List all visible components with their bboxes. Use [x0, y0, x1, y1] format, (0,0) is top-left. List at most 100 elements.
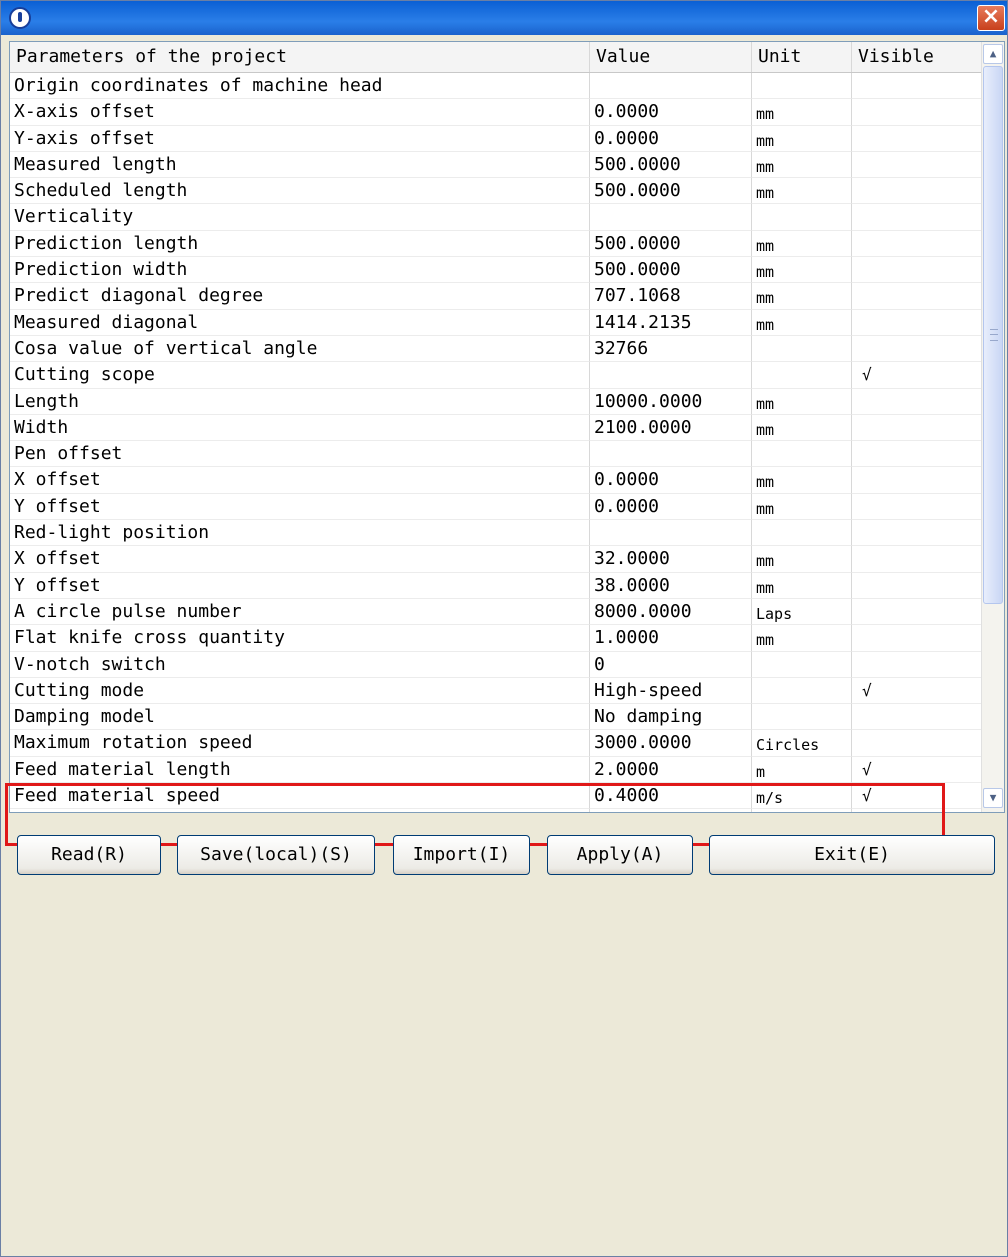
table-row[interactable]: X offset 0.0000 mm: [10, 467, 982, 494]
value-cell[interactable]: 2.0000: [590, 756, 752, 784]
visible-cell[interactable]: [852, 546, 982, 573]
value-cell[interactable]: 707.1068: [590, 283, 752, 310]
visible-cell[interactable]: [852, 730, 982, 757]
value-cell[interactable]: 38.0000: [590, 572, 752, 599]
visible-cell[interactable]: [852, 651, 982, 678]
scroll-up-arrow-icon[interactable]: ▲: [983, 44, 1003, 64]
table-row[interactable]: Flat knife cross quantity 1.0000 mm: [10, 625, 982, 652]
column-header-visible[interactable]: Visible: [852, 42, 982, 72]
value-cell[interactable]: 8000.0000: [590, 598, 752, 626]
visible-cell[interactable]: [852, 335, 982, 363]
table-row[interactable]: Damping model No damping: [10, 704, 982, 731]
save-local-button[interactable]: Save(local)(S): [177, 835, 375, 875]
value-cell[interactable]: [590, 362, 752, 389]
table-row[interactable]: Pen offset: [10, 441, 982, 468]
value-cell[interactable]: 0.0000: [590, 467, 752, 494]
column-header-value[interactable]: Value: [590, 42, 752, 72]
visible-cell[interactable]: √: [852, 756, 982, 784]
table-row[interactable]: Prediction width 500.0000 mm: [10, 257, 982, 284]
value-cell[interactable]: 0.4000: [590, 783, 752, 810]
visible-cell[interactable]: [852, 467, 982, 494]
table-row[interactable]: Y-axis offset 0.0000 mm: [10, 125, 982, 152]
visible-cell[interactable]: [852, 625, 982, 652]
table-row[interactable]: X offset 32.0000 mm: [10, 546, 982, 573]
table-row[interactable]: Y offset 0.0000 mm: [10, 493, 982, 521]
table-row[interactable]: Y offset 38.0000 mm: [10, 572, 982, 599]
value-cell[interactable]: [590, 520, 752, 547]
title-bar[interactable]: ×: [1, 1, 1007, 35]
value-cell[interactable]: [590, 204, 752, 231]
visible-cell[interactable]: [852, 204, 982, 231]
parameters-grid[interactable]: Parameters of the project Value Unit Vis…: [9, 41, 1005, 813]
visible-cell[interactable]: [852, 125, 982, 152]
visible-cell[interactable]: √: [852, 362, 982, 389]
value-cell[interactable]: 3000.0000: [590, 730, 752, 757]
table-row[interactable]: Maximum rotation speed 3000.0000 Circles: [10, 730, 982, 757]
visible-cell[interactable]: [852, 414, 982, 442]
value-cell[interactable]: 1.0000: [590, 625, 752, 652]
column-header-unit[interactable]: Unit: [752, 42, 852, 72]
value-cell[interactable]: 0.0000: [590, 493, 752, 521]
scroll-down-arrow-icon[interactable]: ▼: [983, 788, 1003, 808]
visible-cell[interactable]: [852, 520, 982, 547]
import-button[interactable]: Import(I): [393, 835, 530, 875]
column-header-parameters[interactable]: Parameters of the project: [10, 42, 590, 72]
visible-cell[interactable]: [852, 309, 982, 336]
table-row[interactable]: Measured diagonal 1414.2135 mm: [10, 309, 982, 336]
value-cell[interactable]: 1414.2135: [590, 309, 752, 336]
close-button[interactable]: ×: [977, 5, 1005, 31]
table-row[interactable]: Verticality: [10, 204, 982, 231]
value-cell[interactable]: 10000.0000: [590, 388, 752, 415]
value-cell[interactable]: 0: [590, 651, 752, 678]
value-cell[interactable]: [590, 73, 752, 100]
visible-cell[interactable]: √: [852, 677, 982, 705]
value-cell[interactable]: 32766: [590, 335, 752, 363]
table-row[interactable]: Measured length 500.0000 mm: [10, 151, 982, 179]
value-cell[interactable]: 500.0000: [590, 257, 752, 284]
visible-cell[interactable]: [852, 257, 982, 284]
value-cell[interactable]: 500.0000: [590, 230, 752, 258]
visible-cell[interactable]: [852, 99, 982, 126]
visible-cell[interactable]: [852, 73, 982, 100]
table-row[interactable]: Feed material length 2.0000 m √: [10, 756, 982, 784]
scroll-thumb[interactable]: [983, 66, 1003, 604]
visible-cell[interactable]: [852, 598, 982, 626]
table-row[interactable]: Cosa value of vertical angle 32766: [10, 335, 982, 363]
visible-cell[interactable]: [852, 178, 982, 205]
table-row[interactable]: A circle pulse number 8000.0000 Laps: [10, 598, 982, 626]
table-row[interactable]: X-axis offset 0.0000 mm: [10, 99, 982, 126]
visible-cell[interactable]: [852, 151, 982, 179]
table-row[interactable]: Predict diagonal degree 707.1068 mm: [10, 283, 982, 310]
visible-cell[interactable]: √: [852, 783, 982, 810]
table-row[interactable]: Scheduled length 500.0000 mm: [10, 178, 982, 205]
visible-cell[interactable]: [852, 441, 982, 468]
value-cell[interactable]: 0.0000: [590, 99, 752, 126]
table-row[interactable]: Feed material speed 0.4000 m/s √: [10, 783, 982, 810]
table-row[interactable]: Material press time3.0000s: [10, 809, 982, 812]
value-cell[interactable]: High-speed: [590, 677, 752, 705]
value-cell[interactable]: 3.0000: [590, 809, 752, 812]
value-cell[interactable]: 32.0000: [590, 546, 752, 573]
apply-button[interactable]: Apply(A): [547, 835, 693, 875]
value-cell[interactable]: 0.0000: [590, 125, 752, 152]
table-row[interactable]: Prediction length 500.0000 mm: [10, 230, 982, 258]
visible-cell[interactable]: [852, 572, 982, 599]
exit-button[interactable]: Exit(E): [709, 835, 995, 875]
table-row[interactable]: Origin coordinates of machine head: [10, 73, 982, 100]
value-cell[interactable]: No damping: [590, 704, 752, 731]
value-cell[interactable]: 500.0000: [590, 151, 752, 179]
value-cell[interactable]: [590, 441, 752, 468]
visible-cell[interactable]: [852, 283, 982, 310]
table-row[interactable]: Length 10000.0000 mm: [10, 388, 982, 415]
visible-cell[interactable]: [852, 493, 982, 521]
visible-cell[interactable]: [852, 230, 982, 258]
vertical-scrollbar[interactable]: ▲ ▼: [981, 42, 1004, 812]
visible-cell[interactable]: [852, 388, 982, 415]
visible-cell[interactable]: [852, 704, 982, 731]
table-row[interactable]: Cutting scope √: [10, 362, 982, 389]
table-row[interactable]: V-notch switch 0: [10, 651, 982, 678]
value-cell[interactable]: 500.0000: [590, 178, 752, 205]
table-row[interactable]: Red-light position: [10, 520, 982, 547]
table-row[interactable]: Width 2100.0000 mm: [10, 414, 982, 442]
read-button[interactable]: Read(R): [17, 835, 161, 875]
